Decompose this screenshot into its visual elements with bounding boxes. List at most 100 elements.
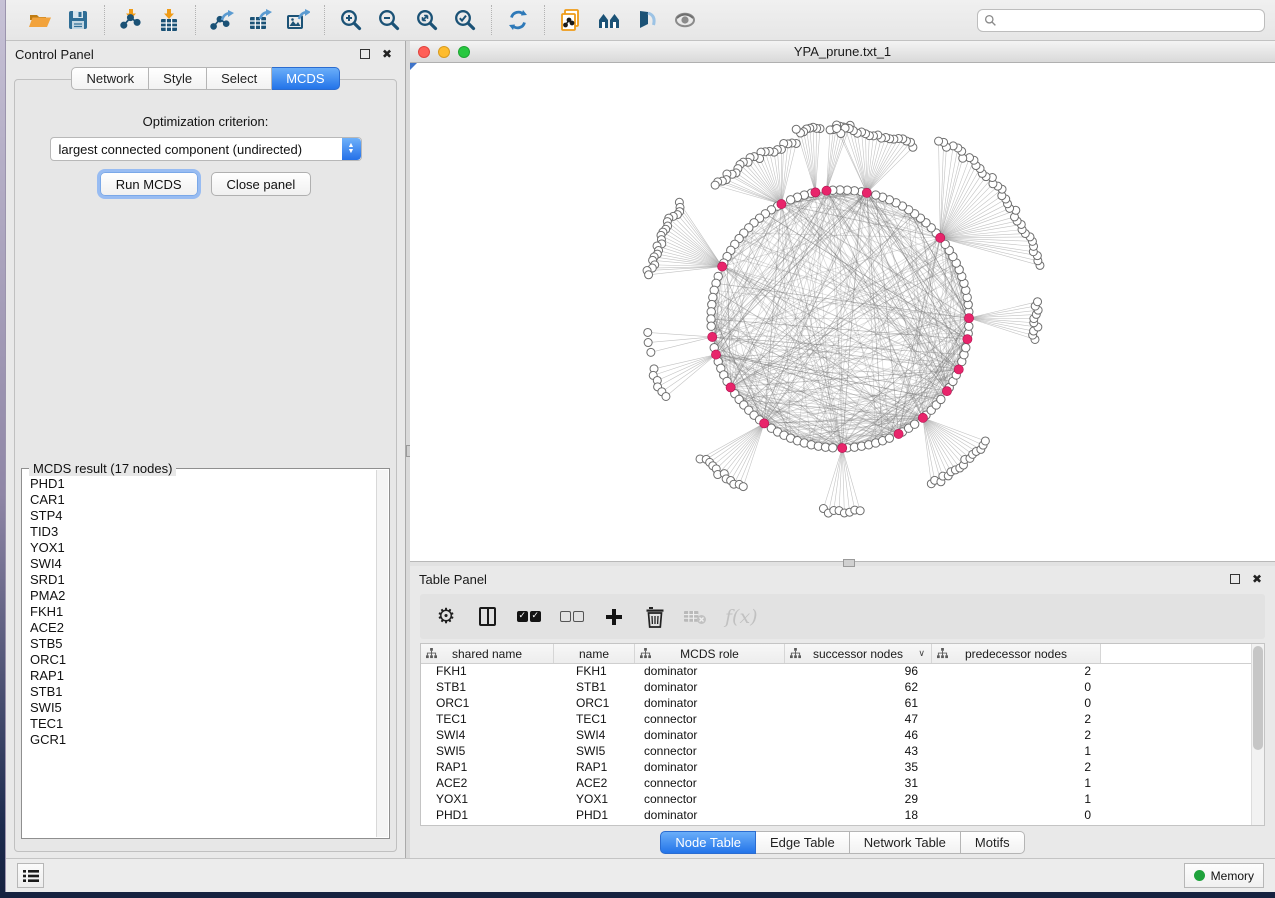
table-cell: RAP1 bbox=[421, 760, 554, 776]
search-box[interactable] bbox=[977, 9, 1265, 32]
mcds-result-item[interactable]: SWI4 bbox=[30, 556, 376, 572]
close-panel-button[interactable]: Close panel bbox=[211, 172, 312, 196]
table-row[interactable]: ACE2ACE2connector311 bbox=[421, 776, 1264, 792]
zoom-in-button[interactable] bbox=[335, 5, 367, 35]
mcds-result-item[interactable]: SWI5 bbox=[30, 700, 376, 716]
run-mcds-button[interactable]: Run MCDS bbox=[100, 172, 198, 196]
show-graphics-button[interactable] bbox=[669, 5, 701, 35]
mcds-result-item[interactable]: ACE2 bbox=[30, 620, 376, 636]
table-row[interactable]: SWI4SWI4dominator462 bbox=[421, 728, 1264, 744]
mcds-result-item[interactable]: CAR1 bbox=[30, 492, 376, 508]
search-icon bbox=[984, 14, 997, 27]
table-float-panel-icon[interactable] bbox=[1230, 574, 1240, 584]
select-all-button[interactable] bbox=[516, 604, 542, 630]
zoom-fit-button[interactable] bbox=[411, 5, 443, 35]
open-file-button[interactable] bbox=[24, 5, 56, 35]
table-row[interactable]: ORC1ORC1dominator610 bbox=[421, 696, 1264, 712]
task-history-button[interactable] bbox=[17, 863, 44, 888]
export-network-button[interactable] bbox=[206, 5, 238, 35]
mcds-result-item[interactable]: GCR1 bbox=[30, 732, 376, 748]
mcds-result-item[interactable]: ORC1 bbox=[30, 652, 376, 668]
table-row[interactable]: PHD1PHD1dominator180 bbox=[421, 808, 1264, 824]
table-scrollbar[interactable] bbox=[1251, 644, 1264, 825]
import-table-button[interactable] bbox=[153, 5, 185, 35]
mcds-result-item[interactable]: PHD1 bbox=[30, 476, 376, 492]
table-cell: 43 bbox=[785, 744, 932, 760]
mcds-result-item[interactable]: TEC1 bbox=[30, 716, 376, 732]
table-cell: dominator bbox=[635, 808, 785, 824]
table-cell: 96 bbox=[785, 664, 932, 680]
table-settings-button[interactable]: ⚙ bbox=[434, 604, 458, 630]
table-row[interactable]: STB1STB1dominator620 bbox=[421, 680, 1264, 696]
table-cell: dominator bbox=[635, 760, 785, 776]
first-neighbors-button[interactable] bbox=[593, 5, 625, 35]
zoom-out-button[interactable] bbox=[373, 5, 405, 35]
column-panel-button[interactable] bbox=[475, 604, 499, 630]
show-graphics-icon bbox=[673, 8, 697, 32]
tab-network[interactable]: Network bbox=[71, 67, 149, 90]
mcds-result-item[interactable]: FKH1 bbox=[30, 604, 376, 620]
export-table-button[interactable] bbox=[244, 5, 276, 35]
criterion-dropdown[interactable]: largest connected component (undirected)… bbox=[50, 137, 362, 161]
table-row[interactable]: FKH1FKH1dominator962 bbox=[421, 664, 1264, 680]
horizontal-splitter-grip[interactable] bbox=[843, 559, 855, 567]
memory-label: Memory bbox=[1211, 869, 1254, 883]
tab-node-table[interactable]: Node Table bbox=[660, 831, 756, 854]
table-cell: connector bbox=[635, 744, 785, 760]
table-scrollbar-thumb[interactable] bbox=[1253, 646, 1263, 750]
close-panel-icon[interactable]: ✖ bbox=[378, 47, 396, 61]
save-session-button[interactable] bbox=[62, 5, 94, 35]
mcds-result-item[interactable]: STB1 bbox=[30, 684, 376, 700]
table-cell: dominator bbox=[635, 664, 785, 680]
delete-columns-button[interactable] bbox=[643, 604, 667, 630]
clone-network-button[interactable] bbox=[555, 5, 587, 35]
table-row[interactable]: YOX1YOX1connector291 bbox=[421, 792, 1264, 808]
table-cell: SWI4 bbox=[421, 728, 554, 744]
tab-network-table[interactable]: Network Table bbox=[850, 831, 961, 854]
mcds-result-item[interactable]: TID3 bbox=[30, 524, 376, 540]
column-header-name[interactable]: name bbox=[554, 644, 635, 663]
hide-graphics-button[interactable] bbox=[631, 5, 663, 35]
column-header-predecessor-nodes[interactable]: predecessor nodes bbox=[932, 644, 1101, 663]
table-cell: STB1 bbox=[554, 680, 635, 696]
column-header-shared-name[interactable]: shared name bbox=[421, 644, 554, 663]
network-canvas[interactable] bbox=[410, 63, 1275, 561]
tab-mcds[interactable]: MCDS bbox=[272, 67, 339, 90]
search-input[interactable] bbox=[1001, 13, 1258, 27]
open-file-icon bbox=[28, 8, 52, 32]
redraw-network-button[interactable] bbox=[502, 5, 534, 35]
zoom-in-icon bbox=[339, 8, 363, 32]
table-row[interactable]: RAP1RAP1dominator352 bbox=[421, 760, 1264, 776]
network-graph[interactable] bbox=[410, 63, 1275, 561]
mcds-result-list[interactable]: PHD1CAR1STP4TID3YOX1SWI4SRD1PMA2FKH1ACE2… bbox=[23, 470, 376, 837]
horizontal-splitter[interactable] bbox=[410, 562, 1275, 566]
save-session-icon bbox=[66, 8, 90, 32]
table-row[interactable]: TEC1TEC1connector472 bbox=[421, 712, 1264, 728]
mcds-result-item[interactable]: YOX1 bbox=[30, 540, 376, 556]
mcds-result-item[interactable]: SRD1 bbox=[30, 572, 376, 588]
table-row[interactable]: SWI5SWI5connector431 bbox=[421, 744, 1264, 760]
add-column-button[interactable] bbox=[602, 604, 626, 630]
tab-style[interactable]: Style bbox=[149, 67, 207, 90]
mcds-result-item[interactable]: PMA2 bbox=[30, 588, 376, 604]
import-network-button[interactable] bbox=[115, 5, 147, 35]
import-table-icon bbox=[157, 8, 181, 32]
export-image-button[interactable] bbox=[282, 5, 314, 35]
mcds-result-item[interactable]: RAP1 bbox=[30, 668, 376, 684]
memory-button[interactable]: Memory bbox=[1184, 863, 1264, 888]
table-close-panel-icon[interactable]: ✖ bbox=[1248, 572, 1266, 586]
mcds-list-scrollbar[interactable] bbox=[376, 470, 388, 837]
tab-motifs[interactable]: Motifs bbox=[961, 831, 1025, 854]
table-cell: 35 bbox=[785, 760, 932, 776]
mcds-result-item[interactable]: STP4 bbox=[30, 508, 376, 524]
zoom-selected-button[interactable] bbox=[449, 5, 481, 35]
sort-desc-icon: ∨ bbox=[918, 648, 925, 659]
tab-select[interactable]: Select bbox=[207, 67, 272, 90]
network-view-title: YPA_prune.txt_1 bbox=[410, 44, 1275, 59]
deselect-all-button[interactable] bbox=[559, 604, 585, 630]
float-panel-icon[interactable] bbox=[360, 49, 370, 59]
column-header-MCDS-role[interactable]: MCDS role bbox=[635, 644, 785, 663]
mcds-result-item[interactable]: STB5 bbox=[30, 636, 376, 652]
tab-edge-table[interactable]: Edge Table bbox=[756, 831, 850, 854]
column-header-successor-nodes[interactable]: successor nodes∨ bbox=[785, 644, 932, 663]
